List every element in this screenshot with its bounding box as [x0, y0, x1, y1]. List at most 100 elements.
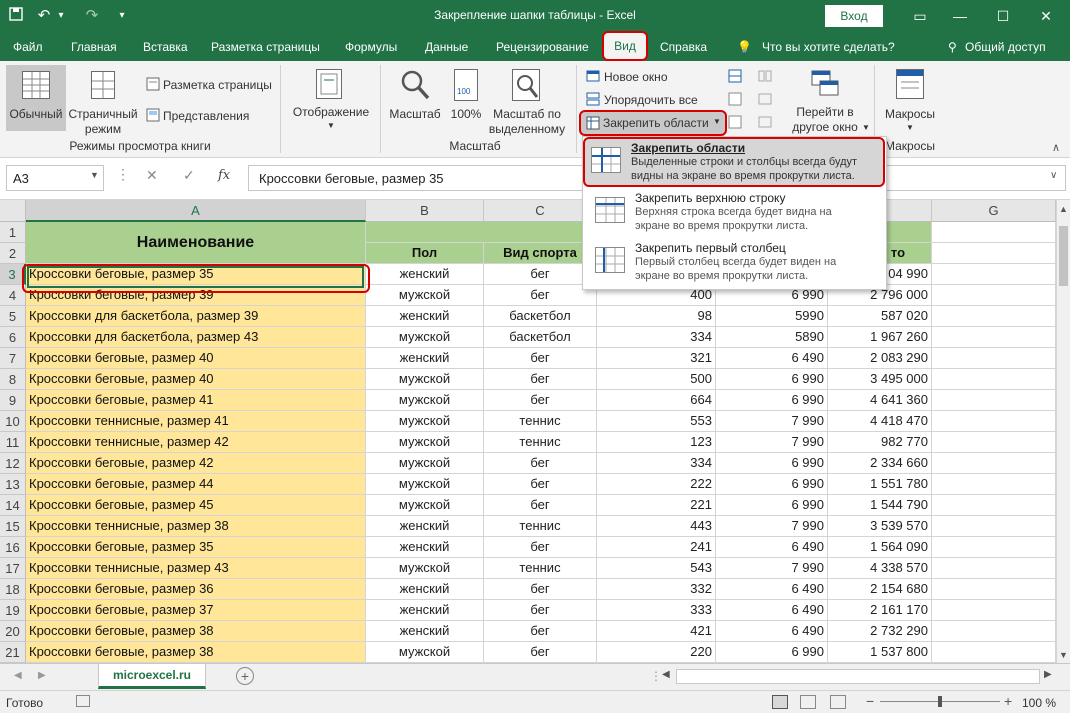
gender-cell[interactable]: мужской — [366, 474, 484, 495]
normal-view-button[interactable]: Обычный — [6, 65, 66, 131]
name-cell[interactable]: Кроссовки беговые, размер 41 — [26, 390, 366, 411]
quantity-cell[interactable]: 98 — [597, 306, 716, 327]
share-icon[interactable]: ⚲ — [948, 40, 957, 54]
price-cell[interactable]: 7 990 — [716, 558, 828, 579]
price-cell[interactable]: 6 490 — [716, 579, 828, 600]
name-cell[interactable]: Кроссовки беговые, размер 38 — [26, 642, 366, 663]
column-header-b[interactable]: B — [366, 200, 484, 222]
name-cell[interactable]: Кроссовки беговые, размер 37 — [26, 600, 366, 621]
sport-cell[interactable]: бег — [484, 453, 597, 474]
insert-function-icon[interactable]: fx — [218, 168, 230, 183]
row-header[interactable]: 10 — [0, 411, 26, 432]
drag-handle-icon[interactable]: ⋮ — [116, 166, 130, 183]
total-cell[interactable]: 4 418 470 — [828, 411, 932, 432]
scroll-up-icon[interactable]: ▲ — [1059, 204, 1068, 214]
reset-position-icon[interactable] — [758, 115, 772, 129]
price-cell[interactable]: 6 490 — [716, 348, 828, 369]
total-cell[interactable]: 4 641 360 — [828, 390, 932, 411]
empty-cell[interactable] — [932, 327, 1056, 348]
empty-cell[interactable] — [932, 243, 1056, 264]
header-sport-cell[interactable]: Вид спорта — [484, 243, 597, 264]
next-sheet-icon[interactable]: ▶ — [38, 670, 46, 681]
zoom-100-button[interactable]: 100 100% — [448, 65, 484, 135]
header-name-cell[interactable]: Наименование — [26, 222, 366, 264]
gender-cell[interactable]: мужской — [366, 453, 484, 474]
quantity-cell[interactable]: 332 — [597, 579, 716, 600]
page-layout-button[interactable]: Разметка страницы — [163, 78, 272, 92]
sport-cell[interactable]: теннис — [484, 432, 597, 453]
name-cell[interactable]: Кроссовки беговые, размер 35 — [26, 537, 366, 558]
quantity-cell[interactable]: 222 — [597, 474, 716, 495]
freeze-panes-option[interactable]: Закрепить области Выделенные строки и ст… — [583, 137, 885, 187]
name-cell[interactable]: Кроссовки теннисные, размер 42 — [26, 432, 366, 453]
sync-scroll-icon[interactable] — [758, 92, 772, 106]
quantity-cell[interactable]: 443 — [597, 516, 716, 537]
name-cell[interactable]: Кроссовки беговые, размер 36 — [26, 579, 366, 600]
row-header[interactable]: 7 — [0, 348, 26, 369]
split-icon[interactable] — [728, 69, 742, 83]
empty-cell[interactable] — [932, 474, 1056, 495]
sport-cell[interactable]: бег — [484, 264, 597, 285]
sport-cell[interactable]: бег — [484, 390, 597, 411]
freeze-panes-button[interactable]: Закрепить области ▼ — [579, 110, 727, 136]
quantity-cell[interactable]: 321 — [597, 348, 716, 369]
cancel-icon[interactable]: ✕ — [146, 167, 158, 184]
tab-formulas[interactable]: Формулы — [345, 40, 397, 54]
gender-cell[interactable]: мужской — [366, 369, 484, 390]
tab-help[interactable]: Справка — [660, 40, 707, 54]
gender-cell[interactable]: мужской — [366, 390, 484, 411]
price-cell[interactable]: 5890 — [716, 327, 828, 348]
name-box-dropdown-icon[interactable]: ▼ — [90, 170, 99, 180]
row-header[interactable]: 13 — [0, 474, 26, 495]
sport-cell[interactable]: бег — [484, 600, 597, 621]
quantity-cell[interactable]: 543 — [597, 558, 716, 579]
tab-review[interactable]: Рецензирование — [496, 40, 589, 54]
total-cell[interactable]: 2 334 660 — [828, 453, 932, 474]
quantity-cell[interactable]: 500 — [597, 369, 716, 390]
price-cell[interactable]: 7 990 — [716, 411, 828, 432]
row-header[interactable]: 5 — [0, 306, 26, 327]
scroll-thumb[interactable] — [1059, 226, 1068, 286]
empty-cell[interactable] — [932, 621, 1056, 642]
record-macro-icon[interactable] — [76, 695, 90, 707]
total-cell[interactable]: 1 537 800 — [828, 642, 932, 663]
empty-cell[interactable] — [932, 369, 1056, 390]
page-layout-status-icon[interactable] — [800, 695, 816, 709]
empty-cell[interactable] — [932, 642, 1056, 663]
tab-file[interactable]: Файл — [13, 40, 43, 54]
zoom-slider-thumb[interactable] — [938, 696, 942, 707]
name-cell[interactable]: Кроссовки теннисные, размер 41 — [26, 411, 366, 432]
unhide-window-icon[interactable] — [728, 115, 742, 129]
page-break-status-icon[interactable] — [830, 695, 846, 709]
total-cell[interactable]: 982 770 — [828, 432, 932, 453]
zoom-level[interactable]: 100 % — [1022, 696, 1056, 710]
total-cell[interactable]: 1 551 780 — [828, 474, 932, 495]
quantity-cell[interactable]: 220 — [597, 642, 716, 663]
gender-cell[interactable]: мужской — [366, 411, 484, 432]
sport-cell[interactable]: бег — [484, 642, 597, 663]
row-header[interactable]: 16 — [0, 537, 26, 558]
normal-view-status-icon[interactable] — [772, 695, 788, 709]
row-header[interactable]: 20 — [0, 621, 26, 642]
scroll-right-icon[interactable]: ▶ — [1044, 669, 1052, 680]
gender-cell[interactable]: мужской — [366, 285, 484, 306]
name-cell[interactable]: Кроссовки беговые, размер 45 — [26, 495, 366, 516]
sport-cell[interactable]: бег — [484, 621, 597, 642]
gender-cell[interactable]: женский — [366, 348, 484, 369]
sport-cell[interactable]: бег — [484, 537, 597, 558]
hide-window-icon[interactable] — [728, 92, 742, 106]
row-header[interactable]: 12 — [0, 453, 26, 474]
quantity-cell[interactable]: 334 — [597, 327, 716, 348]
tab-split-handle-icon[interactable]: ⋮ — [650, 669, 662, 683]
total-cell[interactable]: 2 154 680 — [828, 579, 932, 600]
sport-cell[interactable]: теннис — [484, 411, 597, 432]
tab-home[interactable]: Главная — [71, 40, 117, 54]
empty-cell[interactable] — [932, 432, 1056, 453]
custom-views-button[interactable]: Представления — [163, 109, 249, 123]
quantity-cell[interactable]: 241 — [597, 537, 716, 558]
empty-cell[interactable] — [932, 537, 1056, 558]
empty-cell[interactable] — [932, 285, 1056, 306]
gender-cell[interactable]: женский — [366, 621, 484, 642]
sport-cell[interactable]: бег — [484, 348, 597, 369]
add-sheet-icon[interactable]: + — [236, 667, 254, 685]
